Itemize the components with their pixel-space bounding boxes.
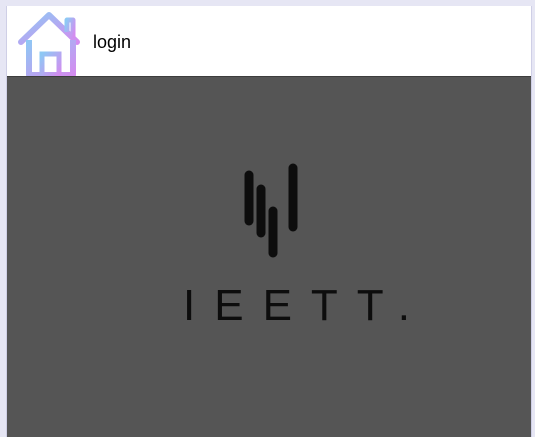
ieett-logo-mark-icon [244,163,298,258]
brand-wordmark: IEETT. [183,281,430,330]
login-window: login IEETT. [6,6,532,437]
title-bar: login [7,6,531,78]
screen-frame: login IEETT. [0,0,535,437]
window-title: login [93,32,132,52]
home-icon [18,12,80,78]
splash-content: IEETT. [7,76,531,437]
